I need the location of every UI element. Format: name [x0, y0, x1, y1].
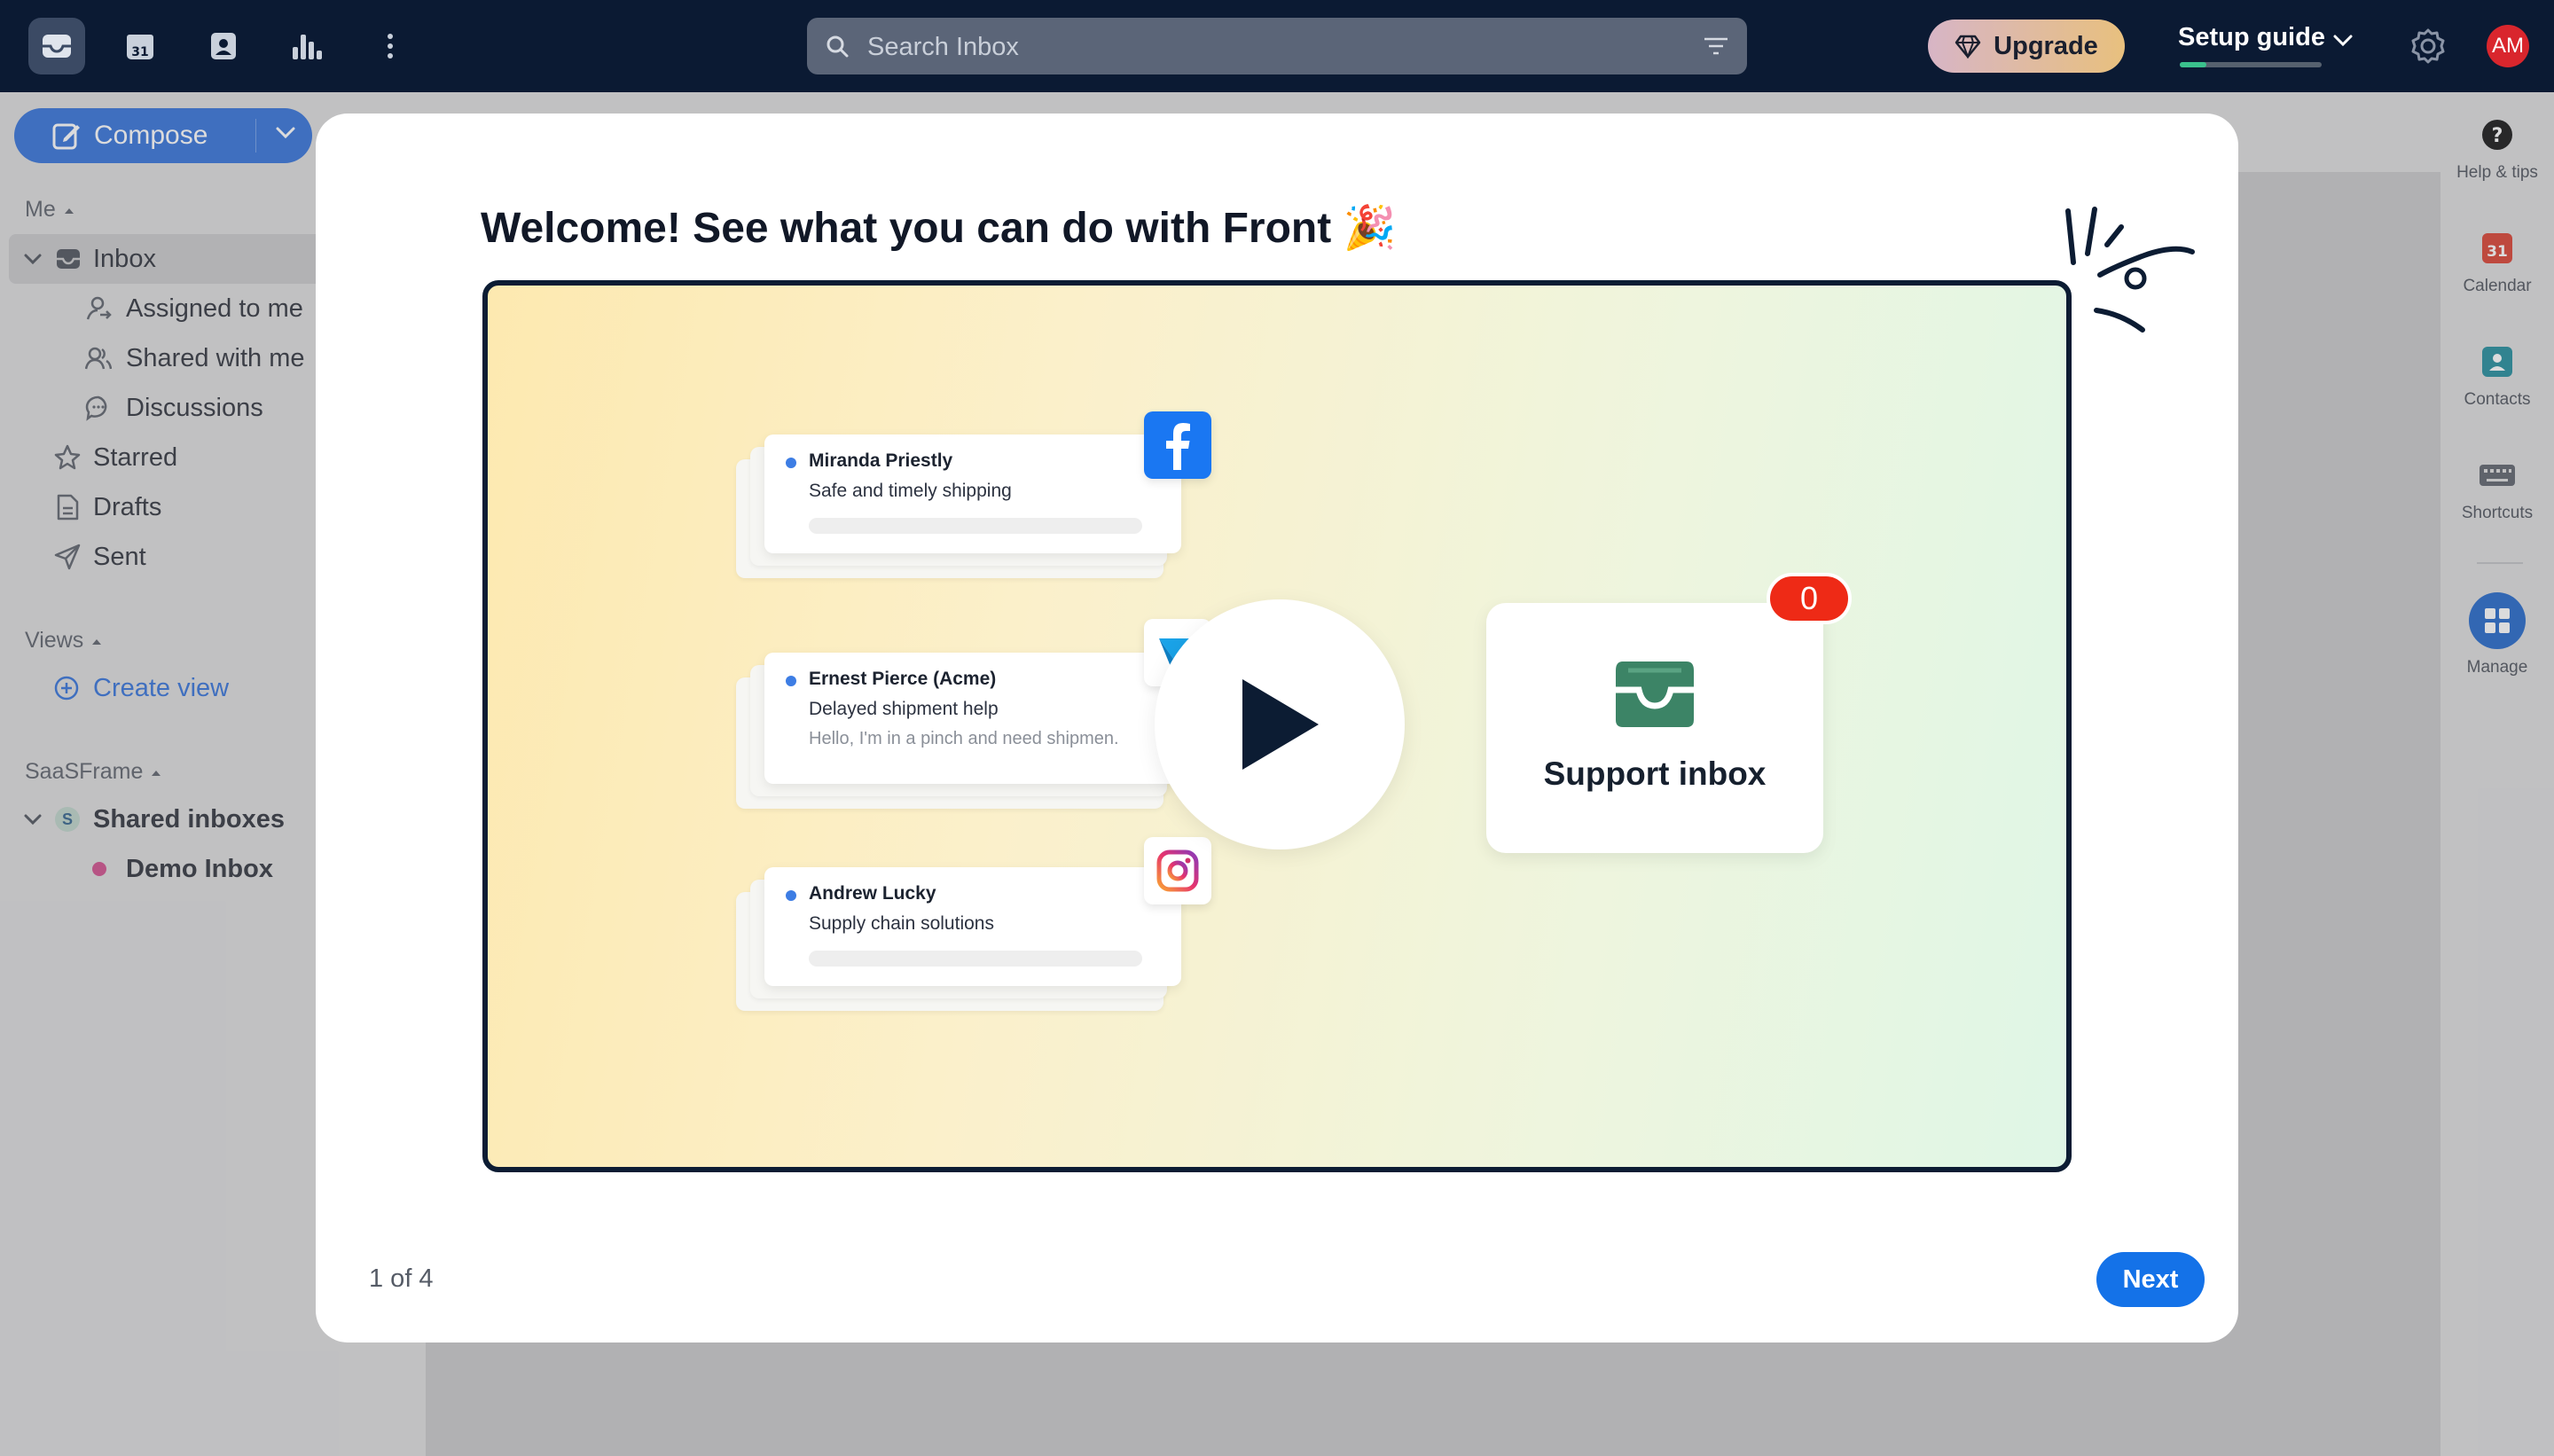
- play-button[interactable]: [1155, 599, 1405, 849]
- next-button[interactable]: Next: [2096, 1252, 2205, 1307]
- inbox-icon: [43, 35, 71, 58]
- sparkle-doodle-right: [2065, 207, 2195, 333]
- welcome-modal: Welcome! See what you can do with Front …: [316, 114, 2238, 1342]
- party-emoji: 🎉: [1343, 205, 1397, 252]
- facebook-icon: [1144, 411, 1211, 479]
- intro-video[interactable]: Miranda Priestly Safe and timely shippin…: [482, 280, 2072, 1172]
- upgrade-label: Upgrade: [1994, 31, 2098, 60]
- analytics-icon: [293, 35, 322, 59]
- more-apps-button[interactable]: [362, 18, 419, 74]
- svg-text:31: 31: [131, 45, 148, 59]
- setup-guide-button[interactable]: Setup guide: [2178, 23, 2325, 52]
- analytics-app-button[interactable]: [278, 18, 335, 74]
- setup-progress: [2180, 62, 2322, 67]
- search-placeholder: Search Inbox: [867, 33, 1019, 61]
- modal-title: Welcome! See what you can do with Front …: [481, 205, 1397, 252]
- top-bar: 31 Search Inbox Upgrade Setup guide AM: [0, 0, 2554, 92]
- more-icon: [388, 34, 393, 59]
- message-card: Ernest Pierce (Acme) Delayed shipment he…: [764, 653, 1181, 784]
- chevron-down-icon[interactable]: [2332, 34, 2354, 48]
- filter-icon[interactable]: [1703, 35, 1729, 57]
- diamond-icon: [1955, 35, 1981, 59]
- pager: 1 of 4: [369, 1264, 434, 1293]
- search-bar[interactable]: Search Inbox: [807, 18, 1747, 74]
- calendar-app-button[interactable]: 31: [112, 18, 168, 74]
- support-inbox-label: Support inbox: [1543, 755, 1767, 792]
- avatar[interactable]: AM: [2487, 25, 2529, 67]
- contacts-icon: [211, 33, 236, 59]
- play-icon: [1242, 679, 1319, 770]
- support-inbox-card: Support inbox: [1486, 603, 1823, 853]
- calendar-icon: 31: [127, 35, 153, 59]
- message-card: Miranda Priestly Safe and timely shippin…: [764, 434, 1181, 553]
- search-icon: [827, 35, 849, 58]
- unread-count-badge: 0: [1767, 573, 1852, 624]
- gear-icon[interactable]: [2409, 27, 2448, 66]
- contacts-app-button[interactable]: [195, 18, 252, 74]
- tray-icon: [1616, 661, 1694, 727]
- instagram-icon: [1144, 837, 1211, 904]
- inbox-app-button[interactable]: [28, 18, 85, 74]
- message-card: Andrew Lucky Supply chain solutions: [764, 867, 1181, 986]
- upgrade-button[interactable]: Upgrade: [1928, 20, 2125, 73]
